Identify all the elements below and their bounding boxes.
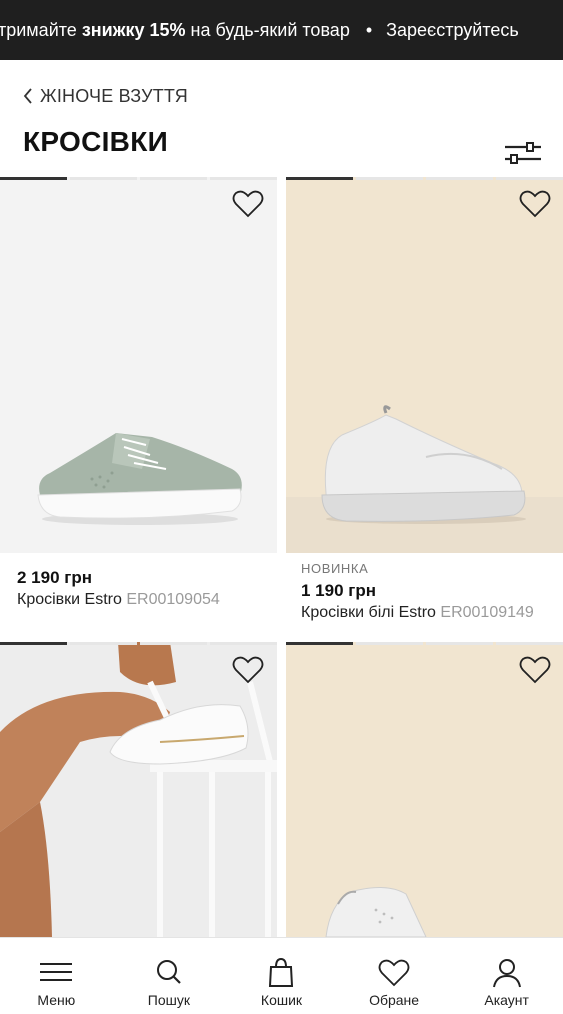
tab-menu[interactable]: Меню <box>0 938 113 1014</box>
promo-separator: • <box>365 20 373 40</box>
user-icon <box>492 959 521 988</box>
product-image <box>286 177 563 553</box>
image-pager <box>0 642 277 645</box>
bottom-nav: Меню Пошук Кошик Обране Акаунт <box>0 937 563 1014</box>
breadcrumb[interactable]: ЖІНОЧЕ ВЗУТТЯ <box>22 82 188 110</box>
product-card[interactable] <box>286 177 563 553</box>
page-title: КРОСІВКИ <box>23 126 169 157</box>
menu-icon <box>40 963 73 981</box>
image-pager <box>0 177 277 180</box>
tab-menu-label: Меню <box>37 992 76 1008</box>
breadcrumb-label: ЖІНОЧЕ ВЗУТТЯ <box>40 85 188 106</box>
tab-search-label: Пошук <box>147 992 190 1008</box>
promo-discount: знижку 15% <box>81 20 186 40</box>
filter-icon[interactable] <box>503 139 543 167</box>
promo-banner[interactable]: тримайте знижку 15% на будь-який товар • З… <box>0 0 563 60</box>
tab-cart-label: Кошик <box>260 992 303 1008</box>
product-code: ER00109054 <box>126 591 220 608</box>
product-price: 2 190 грн <box>17 568 92 587</box>
tab-search[interactable]: Пошук <box>113 938 226 1014</box>
product-card[interactable] <box>0 642 277 937</box>
promo-text: тримайте знижку 15% на будь-який товар • З… <box>0 0 519 60</box>
heart-icon[interactable] <box>519 189 551 219</box>
product-title: Кросівки Estro <box>17 591 122 608</box>
tab-favorites-label: Обране <box>369 992 420 1008</box>
search-icon <box>156 960 181 984</box>
image-pager <box>286 177 563 180</box>
heart-icon[interactable] <box>232 189 264 219</box>
promo-register-link[interactable]: Зареєструйтесь <box>386 20 519 40</box>
product-image <box>286 642 563 937</box>
tab-favorites[interactable]: Обране <box>338 938 451 1014</box>
heart-icon[interactable] <box>519 655 551 685</box>
tab-account-label: Акаунт <box>484 992 529 1008</box>
tab-account[interactable]: Акаунт <box>450 938 563 1014</box>
product-price: 1 190 грн <box>301 581 376 600</box>
product-code: ER00109149 <box>440 604 534 621</box>
product-card[interactable] <box>286 642 563 937</box>
product-info[interactable]: 2 190 грн Кросівки Estro ER00109054 <box>17 568 220 609</box>
chevron-left-icon <box>23 88 32 104</box>
product-name: Кросівки білі Estro ER00109149 <box>301 604 534 622</box>
heart-icon <box>378 959 410 987</box>
new-badge: НОВИНКА <box>301 561 369 576</box>
tab-cart[interactable]: Кошик <box>225 938 338 1014</box>
product-title: Кросівки білі Estro <box>301 604 436 621</box>
promo-part-3: на будь-який товар <box>185 20 350 40</box>
product-name: Кросівки Estro ER00109054 <box>17 591 220 609</box>
product-image <box>0 642 277 937</box>
product-info[interactable]: НОВИНКА 1 190 грн Кросівки білі Estro ER… <box>301 561 534 622</box>
product-card[interactable] <box>0 177 277 553</box>
heart-icon[interactable] <box>232 655 264 685</box>
shopping-bag-icon <box>269 958 294 987</box>
product-image <box>0 177 277 553</box>
image-pager <box>286 642 563 645</box>
promo-part-1: тримайте <box>0 20 82 40</box>
